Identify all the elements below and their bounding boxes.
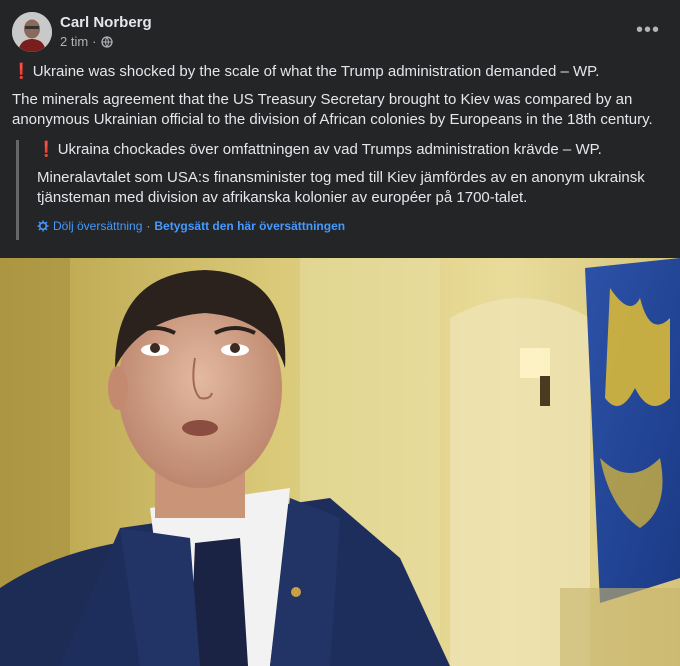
post-headline: ❗ Ukraine was shocked by the scale of wha… bbox=[12, 62, 666, 82]
translation-block: ❗ Ukraina chockades över omfattningen av … bbox=[16, 140, 677, 240]
translation-links: Dölj översättning · Betygsätt den här öv… bbox=[37, 216, 677, 240]
separator-dot: · bbox=[92, 34, 97, 49]
more-options-button[interactable]: ••• bbox=[632, 18, 664, 42]
globe-icon bbox=[100, 36, 113, 48]
post-paragraph: The minerals agreement that the US Treas… bbox=[12, 91, 653, 128]
post-time[interactable]: 2 tim bbox=[60, 33, 88, 51]
post-text: ❗ Ukraine was shocked by the scale of wha… bbox=[12, 62, 666, 138]
rate-translation-link[interactable]: Betygsätt den här översättningen bbox=[154, 216, 345, 236]
exclamation-icon: ❗ bbox=[12, 63, 31, 80]
post-card: Carl Norberg 2 tim · ••• ❗ Ukraine was sh… bbox=[0, 0, 680, 666]
translated-paragraph: Mineralavtalet som USA:s finansminister … bbox=[37, 169, 645, 206]
post-header: Carl Norberg 2 tim · bbox=[12, 12, 152, 52]
more-icon: ••• bbox=[635, 18, 660, 41]
exclamation-icon: ❗ bbox=[37, 141, 56, 158]
avatar[interactable] bbox=[12, 12, 52, 52]
author-name[interactable]: Carl Norberg bbox=[60, 13, 152, 33]
post-photo[interactable] bbox=[0, 258, 680, 666]
separator-dot: · bbox=[146, 219, 151, 233]
gear-icon bbox=[37, 220, 49, 232]
translated-headline: ❗ Ukraina chockades över omfattningen av … bbox=[37, 140, 677, 160]
photo-image bbox=[0, 258, 680, 666]
headline-text: Ukraine was shocked by the scale of what… bbox=[32, 63, 600, 80]
hide-translation-link[interactable]: Dölj översättning bbox=[53, 216, 142, 236]
translated-headline-text: Ukraina chockades över omfattningen av v… bbox=[57, 141, 602, 158]
avatar-image bbox=[12, 12, 52, 52]
